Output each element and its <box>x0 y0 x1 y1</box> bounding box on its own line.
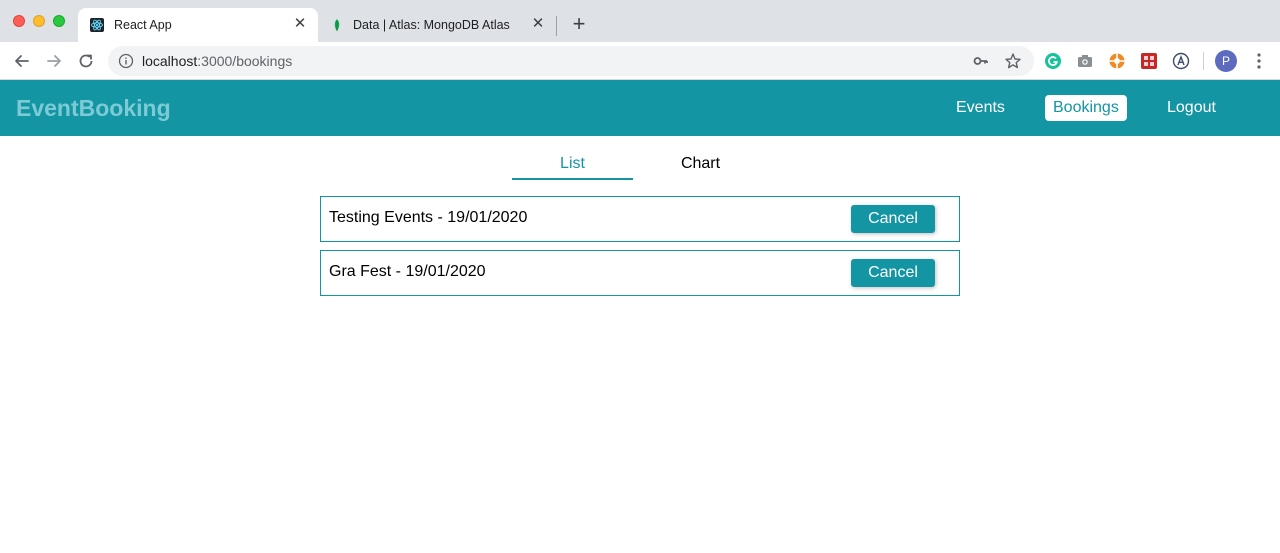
browser-tab-react-app[interactable]: React App ✕ <box>78 8 318 42</box>
reload-icon[interactable] <box>76 51 96 71</box>
tab-divider <box>556 16 557 36</box>
profile-avatar[interactable]: P <box>1215 50 1237 72</box>
booking-label: Gra Fest - 19/01/2020 <box>329 263 486 280</box>
close-window-button[interactable] <box>13 15 25 27</box>
react-icon <box>90 18 104 32</box>
tab-list[interactable]: List <box>512 150 633 180</box>
star-icon[interactable] <box>1004 52 1022 70</box>
booking-item: Testing Events - 19/01/2020 Cancel <box>320 196 960 242</box>
info-icon[interactable] <box>118 53 134 69</box>
camera-icon[interactable] <box>1076 52 1094 70</box>
close-icon[interactable]: ✕ <box>530 16 546 32</box>
extension-red-icon[interactable] <box>1140 52 1158 70</box>
lifebuoy-icon[interactable] <box>1108 52 1126 70</box>
cancel-booking-button[interactable]: Cancel <box>851 259 935 287</box>
cancel-booking-button[interactable]: Cancel <box>851 205 935 233</box>
circle-a-icon[interactable] <box>1172 52 1190 70</box>
booking-label: Testing Events - 19/01/2020 <box>329 209 528 226</box>
key-icon[interactable] <box>972 52 990 70</box>
browser-tab-bar: React App ✕ Data | Atlas: MongoDB Atlas … <box>0 0 1280 42</box>
more-menu-icon[interactable] <box>1250 51 1268 71</box>
brand-logo[interactable]: EventBooking <box>16 95 171 122</box>
browser-tab-mongodb-atlas[interactable]: Data | Atlas: MongoDB Atlas ✕ <box>320 8 556 42</box>
forward-arrow-icon[interactable] <box>44 51 64 71</box>
minimize-window-button[interactable] <box>33 15 45 27</box>
tab-title: React App <box>114 18 172 32</box>
close-icon[interactable]: ✕ <box>292 16 308 32</box>
booking-item: Gra Fest - 19/01/2020 Cancel <box>320 250 960 296</box>
new-tab-button[interactable]: + <box>569 13 589 35</box>
nav-logout-link[interactable]: Logout <box>1159 95 1224 121</box>
mongodb-leaf-icon <box>330 18 344 32</box>
nav-bookings-link[interactable]: Bookings <box>1045 95 1127 121</box>
address-bar[interactable]: localhost:3000/bookings <box>108 46 1034 76</box>
browser-toolbar: localhost:3000/bookings P <box>0 42 1280 80</box>
grammarly-icon[interactable] <box>1044 52 1062 70</box>
url-host: localhost <box>142 53 198 69</box>
back-arrow-icon[interactable] <box>12 51 32 71</box>
tab-chart[interactable]: Chart <box>640 150 761 180</box>
toolbar-divider <box>1203 52 1204 70</box>
url-text: localhost:3000/bookings <box>142 53 292 69</box>
main-navigation: EventBooking Events Bookings Logout <box>0 80 1280 136</box>
maximize-window-button[interactable] <box>53 15 65 27</box>
nav-events-link[interactable]: Events <box>948 95 1013 121</box>
tab-title: Data | Atlas: MongoDB Atlas <box>353 18 510 32</box>
url-path: :3000/bookings <box>197 53 293 69</box>
